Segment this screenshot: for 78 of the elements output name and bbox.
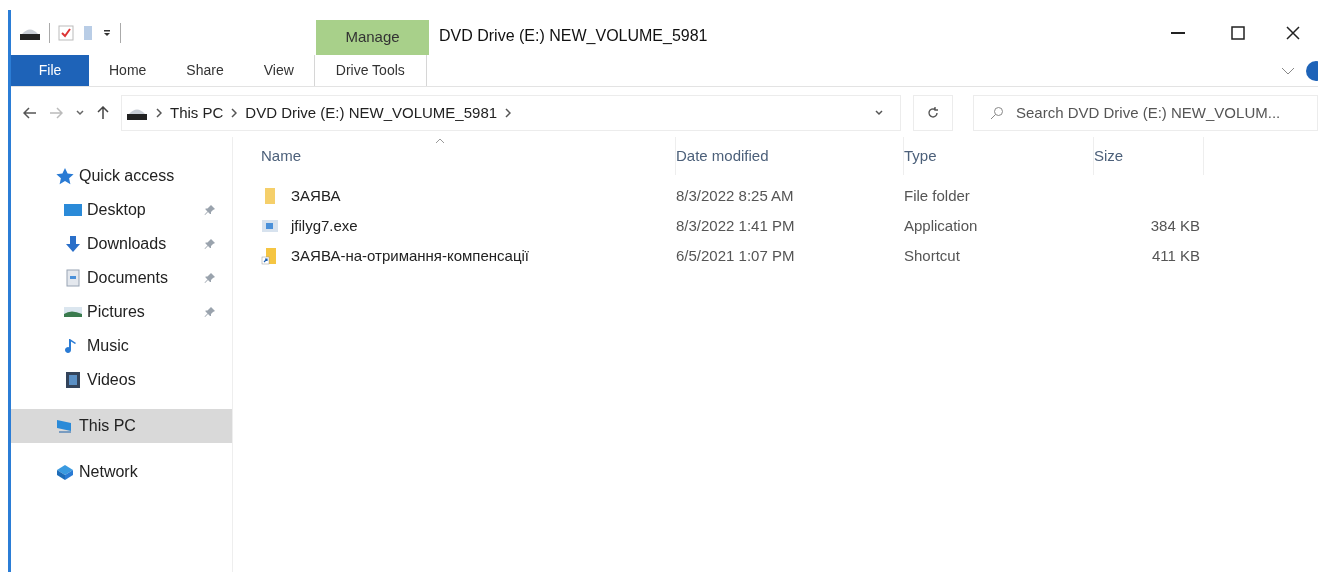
sort-up-icon (434, 138, 445, 144)
chevron-right-icon[interactable] (505, 108, 512, 118)
date-cell-text: 8/3/2022 1:41 PM (676, 215, 796, 236)
sidebar-label: Videos (87, 370, 136, 390)
window-title: DVD Drive (E:) NEW_VOLUME_5981 (439, 26, 709, 46)
type-cell-text: File folder (904, 185, 971, 206)
ribbon-tab[interactable]: File (11, 55, 89, 86)
chevron-right-icon[interactable] (231, 108, 238, 118)
film-icon (63, 371, 83, 389)
sidebar-label: Music (87, 336, 129, 356)
manage-tab[interactable]: Manage (316, 20, 429, 55)
search-icon (990, 106, 1004, 120)
sidebar-item[interactable]: Pictures (11, 295, 232, 329)
application-icon (261, 217, 279, 235)
date-cell-text: 8/3/2022 8:25 AM (676, 185, 795, 206)
sidebar-label: Network (79, 462, 138, 482)
sidebar-item[interactable]: Desktop (11, 193, 232, 227)
download-icon (63, 235, 83, 253)
dropdown-icon[interactable] (102, 27, 112, 38)
sidebar-item[interactable]: Music (11, 329, 232, 363)
up-arrow-icon[interactable] (97, 106, 109, 120)
type-cell-text: Application (904, 215, 979, 236)
ribbon-tab[interactable]: Home (89, 55, 167, 86)
pin-icon[interactable] (204, 306, 216, 318)
ribbon-tab[interactable]: View (243, 55, 314, 86)
chevron-down-icon[interactable] (874, 109, 884, 117)
help-icon[interactable] (1304, 60, 1318, 81)
back-arrow-icon[interactable] (23, 107, 37, 119)
file-name: jfilyg7.exe (291, 215, 358, 236)
sidebar-label: Pictures (87, 302, 145, 322)
column-header[interactable]: Type (904, 137, 1094, 175)
file-name: ЗАЯВА (291, 185, 341, 206)
document-icon (63, 269, 83, 287)
size-cell-text: 384 KB (1150, 215, 1200, 236)
sidebar-item[interactable]: Videos (11, 363, 232, 397)
shortcut-icon (261, 247, 279, 265)
type-cell-text: Shortcut (904, 245, 961, 266)
sidebar-label: Quick access (79, 166, 175, 186)
sidebar-item[interactable]: Documents (11, 261, 232, 295)
breadcrumb[interactable]: DVD Drive (E:) NEW_VOLUME_5981 (245, 101, 498, 125)
desktop-icon (63, 201, 83, 219)
ribbon-tab[interactable]: Drive Tools (313, 55, 427, 86)
file-row[interactable]: jfilyg7.exe 8/3/2022 1:41 PM Application 384 KB (261, 211, 1318, 241)
column-header[interactable]: Date modified (676, 137, 904, 175)
star-icon (55, 167, 75, 185)
close-icon (1286, 26, 1300, 40)
date-cell-text: 6/5/2021 1:07 PM (676, 245, 796, 266)
sidebar-label: This PC (79, 416, 136, 436)
pin-icon[interactable] (204, 272, 216, 284)
file-row[interactable]: ЗАЯВА 8/3/2022 8:25 AM File folder (261, 181, 1318, 211)
sidebar-label: Downloads (87, 234, 167, 254)
maximize-icon (1231, 26, 1245, 40)
sidebar-item[interactable]: Downloads (11, 227, 232, 261)
search-bar[interactable]: Search DVD Drive (E:) NEW_VOLUM... (973, 95, 1318, 131)
sidebar-item[interactable]: This PC (11, 409, 232, 443)
column-header[interactable]: Size (1094, 137, 1204, 175)
address-bar[interactable]: This PC DVD Drive (E:) NEW_VOLUME_5981 (121, 95, 901, 131)
column-header[interactable]: Name (261, 137, 676, 175)
ribbon-tab[interactable]: Share (166, 55, 244, 86)
network-icon (55, 463, 75, 481)
size-cell-text: 411 KB (1151, 245, 1200, 266)
refresh-icon (926, 106, 940, 120)
sidebar-item[interactable]: Network (11, 455, 232, 489)
chevron-right-icon[interactable] (156, 108, 162, 118)
pin-icon[interactable] (204, 204, 216, 216)
chevron-down-icon[interactable] (75, 109, 85, 117)
file-name: ЗАЯВА-на-отримання-компенсації (291, 245, 530, 266)
file-row[interactable]: ЗАЯВА-на-отримання-компенсації 6/5/2021 1:07 PM Shortcut 411 KB (261, 241, 1318, 271)
pin-icon[interactable] (204, 238, 216, 250)
breadcrumb[interactable]: This PC (170, 101, 224, 125)
sidebar-label: Documents (87, 268, 168, 288)
sidebar-item[interactable]: Quick access (11, 159, 232, 193)
sidebar-label: Desktop (87, 200, 146, 220)
minimize-icon (1171, 32, 1185, 34)
refresh-button[interactable] (913, 95, 953, 131)
checklist-icon[interactable] (58, 24, 74, 41)
chevron-down-icon[interactable] (1280, 65, 1296, 76)
search-field[interactable]: Search DVD Drive (E:) NEW_VOLUM... (1016, 101, 1317, 125)
